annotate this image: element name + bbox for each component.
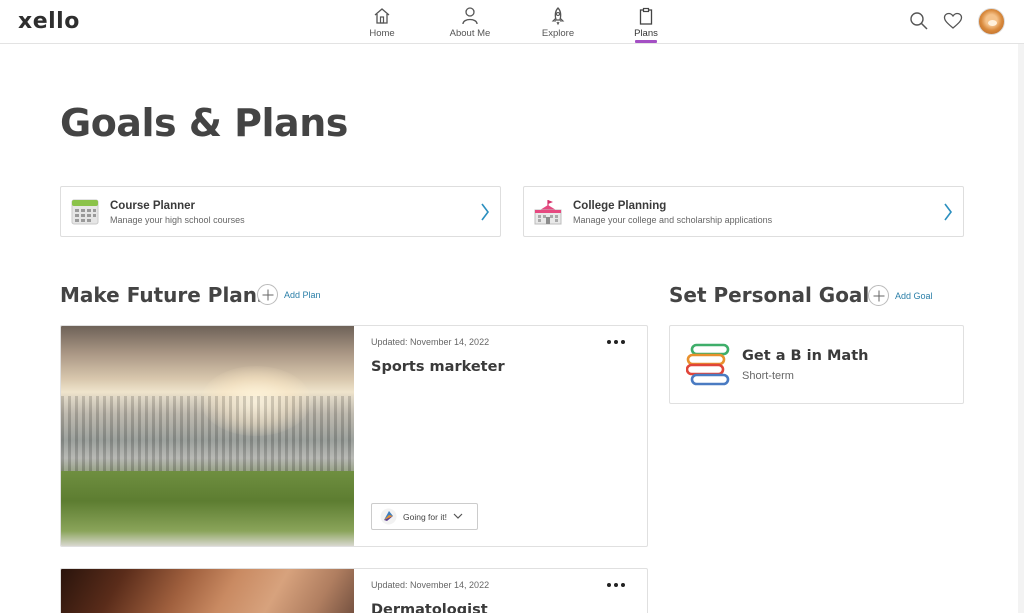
page-title: Goals & Plans bbox=[60, 101, 348, 145]
flag-icon bbox=[380, 508, 397, 525]
college-planning-title: College Planning bbox=[573, 200, 667, 212]
dermatologist-image bbox=[61, 569, 354, 613]
nav-explore-label: Explore bbox=[541, 28, 575, 39]
goal-card[interactable]: Get a B in Math Short-term bbox=[669, 325, 964, 404]
plus-icon bbox=[868, 285, 889, 306]
chevron-right-icon bbox=[481, 203, 489, 221]
search-icon bbox=[910, 12, 928, 30]
person-icon bbox=[462, 7, 478, 25]
add-goal-button[interactable]: Add Goal bbox=[868, 285, 933, 306]
course-planner-card[interactable]: Course Planner Manage your high school c… bbox=[60, 186, 501, 237]
college-planning-subtitle: Manage your college and scholarship appl… bbox=[573, 215, 773, 225]
add-plan-label: Add Plan bbox=[284, 289, 321, 300]
school-building-icon bbox=[534, 200, 562, 225]
college-planning-card[interactable]: College Planning Manage your college and… bbox=[523, 186, 964, 237]
plan-updated-date: Updated: November 14, 2022 bbox=[371, 337, 490, 347]
stadium-stands bbox=[61, 396, 354, 471]
books-icon bbox=[686, 343, 730, 386]
goal-title: Get a B in Math bbox=[742, 348, 869, 364]
plan-updated-date: Updated: November 14, 2022 bbox=[371, 580, 490, 590]
stadium-image bbox=[61, 326, 354, 546]
logo-text: xello bbox=[18, 9, 80, 34]
add-plan-button[interactable]: Add Plan bbox=[257, 284, 321, 305]
plan-card[interactable]: Updated: November 14, 2022 Sports market… bbox=[60, 325, 648, 547]
favorites-button[interactable] bbox=[943, 12, 963, 35]
course-planner-subtitle: Manage your high school courses bbox=[110, 215, 245, 225]
plan-status-dropdown[interactable]: Going for it! bbox=[371, 503, 478, 530]
nav-about-me-label: About Me bbox=[449, 28, 491, 39]
add-goal-label: Add Goal bbox=[895, 290, 933, 301]
plan-details: Updated: November 14, 2022 Sports market… bbox=[354, 326, 647, 546]
page-scrollbar[interactable] bbox=[1018, 44, 1024, 613]
more-options-button[interactable] bbox=[607, 340, 625, 345]
nav-explore[interactable]: Explore bbox=[523, 6, 593, 39]
nav-plans[interactable]: Plans bbox=[611, 6, 681, 43]
xello-logo[interactable]: xello bbox=[18, 9, 80, 34]
plan-status-label: Going for it! bbox=[403, 511, 447, 522]
house-icon bbox=[374, 8, 390, 24]
plan-title[interactable]: Sports marketer bbox=[371, 359, 505, 375]
nav-home[interactable]: Home bbox=[347, 6, 417, 39]
rocket-icon bbox=[551, 7, 565, 26]
search-button[interactable] bbox=[909, 11, 929, 36]
active-tab-indicator bbox=[635, 40, 657, 43]
calendar-icon bbox=[71, 199, 99, 225]
chevron-right-icon bbox=[944, 203, 952, 221]
chevron-down-icon bbox=[453, 513, 463, 519]
stadium-field bbox=[61, 471, 354, 546]
user-avatar[interactable] bbox=[978, 8, 1005, 35]
nav-home-label: Home bbox=[369, 28, 395, 39]
personal-goals-heading: Set Personal Goals bbox=[669, 283, 882, 307]
more-options-button[interactable] bbox=[607, 583, 625, 588]
goal-term: Short-term bbox=[742, 370, 794, 382]
top-navigation-bar: xello Home About Me Explore Plans bbox=[0, 0, 1024, 44]
plus-icon bbox=[257, 284, 278, 305]
clipboard-icon bbox=[639, 7, 653, 25]
plan-title[interactable]: Dermatologist bbox=[371, 602, 488, 613]
plan-card[interactable]: Updated: November 14, 2022 Dermatologist bbox=[60, 568, 648, 613]
future-plans-heading: Make Future Plans bbox=[60, 283, 269, 307]
plan-details: Updated: November 14, 2022 Dermatologist bbox=[354, 569, 647, 613]
heart-icon bbox=[943, 12, 963, 29]
nav-plans-label: Plans bbox=[634, 28, 658, 39]
course-planner-title: Course Planner bbox=[110, 200, 195, 212]
nav-about-me[interactable]: About Me bbox=[435, 6, 505, 39]
